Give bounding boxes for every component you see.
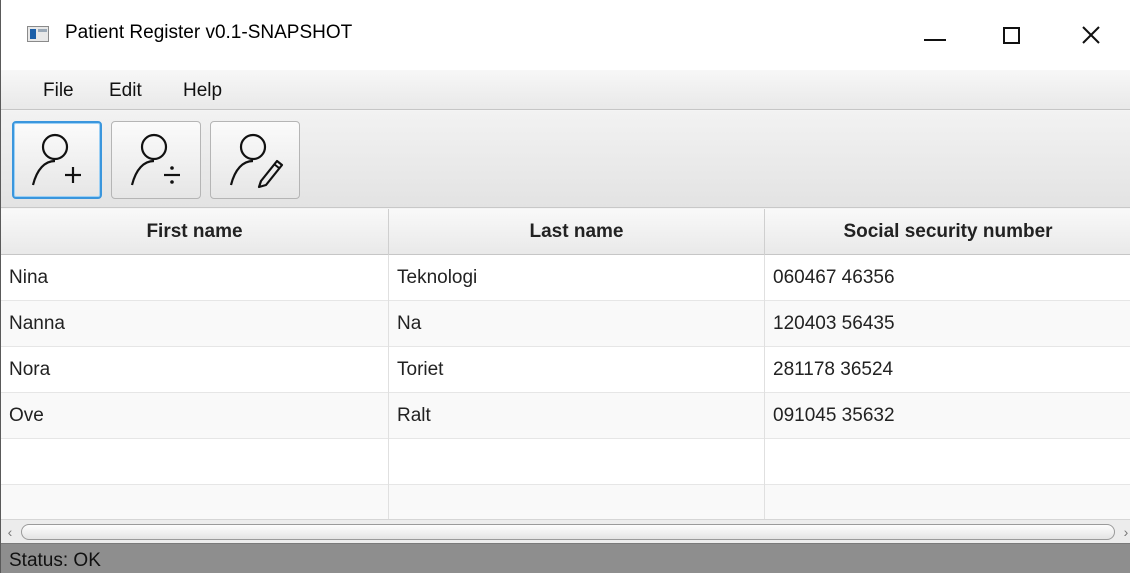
- toolbar: [1, 111, 1130, 208]
- menu-edit[interactable]: Edit: [107, 78, 144, 104]
- app-icon-pane: [30, 29, 36, 39]
- cell-first-name: [1, 439, 389, 485]
- scrollbar-thumb[interactable]: [21, 524, 1115, 540]
- menu-file[interactable]: File: [41, 78, 76, 104]
- table-header: First name Last name Social security num…: [1, 209, 1130, 255]
- table-row[interactable]: Nora Toriet 281178 36524: [1, 347, 1130, 393]
- status-bar: Status: OK: [1, 543, 1130, 573]
- edit-person-icon: [229, 133, 284, 189]
- close-button[interactable]: [1059, 0, 1123, 70]
- title-bar[interactable]: Patient Register v0.1-SNAPSHOT: [1, 0, 1130, 70]
- cell-last-name: Toriet: [389, 347, 765, 393]
- cell-first-name: Nanna: [1, 301, 389, 347]
- cell-last-name: Ralt: [389, 393, 765, 439]
- scroll-left-icon[interactable]: ‹: [3, 523, 17, 541]
- app-icon-bar: [38, 29, 47, 32]
- cell-ssn: [765, 439, 1130, 485]
- scroll-right-icon[interactable]: ›: [1119, 523, 1130, 541]
- cell-ssn: 060467 46356: [773, 267, 895, 288]
- application-window: Patient Register v0.1-SNAPSHOT File Edit…: [0, 0, 1130, 573]
- cell-last-name: [389, 439, 765, 485]
- remove-person-icon: [130, 133, 180, 186]
- cell-last-name: Na: [389, 301, 765, 347]
- cell-ssn: 120403 56435: [773, 313, 895, 334]
- table-row[interactable]: Nanna Na 120403 56435: [1, 301, 1130, 347]
- add-person-icon: [31, 133, 81, 186]
- cell-ssn: 281178 36524: [773, 359, 894, 380]
- remove-patient-button[interactable]: [111, 121, 201, 199]
- edit-patient-button[interactable]: [210, 121, 300, 199]
- patient-table[interactable]: First name Last name Social security num…: [1, 209, 1130, 531]
- cell-first-name: Nina: [1, 255, 389, 301]
- cell-first-name: Nora: [1, 347, 389, 393]
- minimize-button[interactable]: [903, 0, 967, 70]
- cell-last-name: Teknologi: [389, 255, 765, 301]
- maximize-icon: [1002, 26, 1020, 44]
- cell-ssn: 091045 35632: [773, 405, 895, 426]
- window-title: Patient Register v0.1-SNAPSHOT: [65, 22, 353, 43]
- minimize-icon: [924, 39, 946, 41]
- menu-bar: File Edit Help: [1, 70, 1130, 110]
- table-row[interactable]: Nina Teknologi 060467 46356: [1, 255, 1130, 301]
- menu-help[interactable]: Help: [181, 78, 224, 104]
- maximize-button[interactable]: [979, 0, 1043, 70]
- column-header-last-name[interactable]: Last name: [389, 209, 765, 255]
- column-header-first-name[interactable]: First name: [1, 209, 389, 255]
- cell-first-name: Ove: [1, 393, 389, 439]
- add-patient-button[interactable]: [12, 121, 102, 199]
- status-text: Status: OK: [9, 550, 101, 571]
- table-row[interactable]: Ove Ralt 091045 35632: [1, 393, 1130, 439]
- table-row-empty[interactable]: [1, 439, 1130, 485]
- horizontal-scrollbar[interactable]: ‹ ›: [1, 519, 1130, 543]
- close-icon: [1082, 26, 1100, 44]
- column-header-ssn[interactable]: Social security number: [765, 209, 1130, 255]
- window-app-icon[interactable]: [27, 26, 49, 42]
